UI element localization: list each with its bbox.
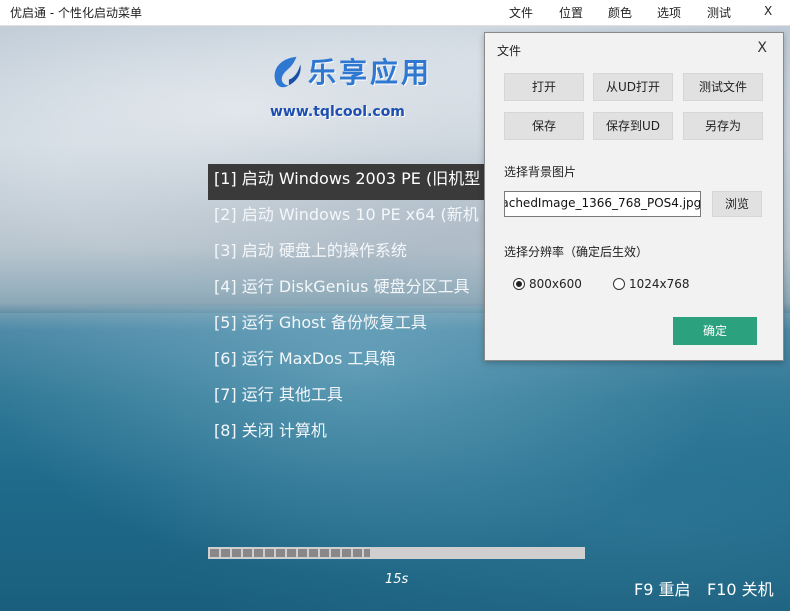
brand-logo: 乐享应用 www.tqlcool.com — [268, 48, 448, 128]
menu-file[interactable]: 文件 — [509, 4, 533, 21]
boot-menu-item[interactable]: [1] 启动 Windows 2003 PE (旧机型 — [208, 164, 498, 200]
window-close-button[interactable]: X — [764, 4, 772, 18]
background-path-input[interactable] — [505, 192, 700, 214]
file-dialog: 文件 X 打开 从UD打开 测试文件 保存 保存到UD 另存为 选择背景图片 浏… — [484, 32, 784, 361]
boot-menu-item[interactable]: [5] 运行 Ghost 备份恢复工具 — [208, 308, 498, 344]
open-from-ud-button[interactable]: 从UD打开 — [593, 73, 673, 101]
boot-menu: [1] 启动 Windows 2003 PE (旧机型 [2] 启动 Windo… — [208, 164, 498, 452]
boot-menu-item[interactable]: [4] 运行 DiskGenius 硬盘分区工具 — [208, 272, 498, 308]
menu-options[interactable]: 选项 — [657, 4, 681, 21]
countdown-timer: 15s — [385, 572, 409, 587]
background-path-field[interactable] — [504, 191, 701, 217]
menu-color[interactable]: 颜色 — [608, 4, 632, 21]
ok-button[interactable]: 确定 — [673, 317, 757, 345]
background-image-label: 选择背景图片 — [504, 165, 577, 179]
open-button[interactable]: 打开 — [504, 73, 584, 101]
dialog-title: 文件 — [497, 44, 522, 58]
leaf-logo-icon — [274, 56, 301, 88]
logo-url: www.tqlcool.com — [270, 104, 405, 120]
menu-test[interactable]: 测试 — [707, 4, 731, 21]
save-button[interactable]: 保存 — [504, 112, 584, 140]
logo-name: 乐享应用 — [308, 56, 433, 89]
radio-unselected-icon[interactable] — [613, 278, 625, 290]
test-file-button[interactable]: 测试文件 — [683, 73, 763, 101]
resolution-radio-1024x768[interactable]: 1024x768 — [613, 277, 690, 291]
menu-position[interactable]: 位置 — [559, 4, 583, 21]
save-to-ud-button[interactable]: 保存到UD — [593, 112, 673, 140]
radio-selected-icon[interactable] — [513, 278, 525, 290]
radio-label: 1024x768 — [629, 277, 690, 291]
resolution-radio-800x600[interactable]: 800x600 — [513, 277, 582, 291]
reboot-hotkey: F9 重启 — [634, 580, 691, 599]
boot-menu-item[interactable]: [3] 启动 硬盘上的操作系统 — [208, 236, 498, 272]
title-bar: 优启通 - 个性化启动菜单 文件 位置 颜色 选项 测试 X — [0, 0, 790, 26]
resolution-label: 选择分辨率（确定后生效） — [504, 245, 649, 259]
shutdown-hotkey: F10 关机 — [707, 580, 774, 599]
progress-fill — [210, 549, 370, 557]
dialog-close-button[interactable]: X — [757, 40, 767, 56]
save-as-button[interactable]: 另存为 — [683, 112, 763, 140]
boot-menu-item[interactable]: [2] 启动 Windows 10 PE x64 (新机 — [208, 200, 498, 236]
boot-menu-item[interactable]: [6] 运行 MaxDos 工具箱 — [208, 344, 498, 380]
window-title: 优启通 - 个性化启动菜单 — [10, 6, 142, 20]
radio-label: 800x600 — [529, 277, 582, 291]
boot-menu-item[interactable]: [7] 运行 其他工具 — [208, 380, 498, 416]
browse-button[interactable]: 浏览 — [712, 191, 762, 217]
countdown-progress-bar — [208, 547, 585, 559]
boot-menu-item[interactable]: [8] 关闭 计算机 — [208, 416, 498, 452]
